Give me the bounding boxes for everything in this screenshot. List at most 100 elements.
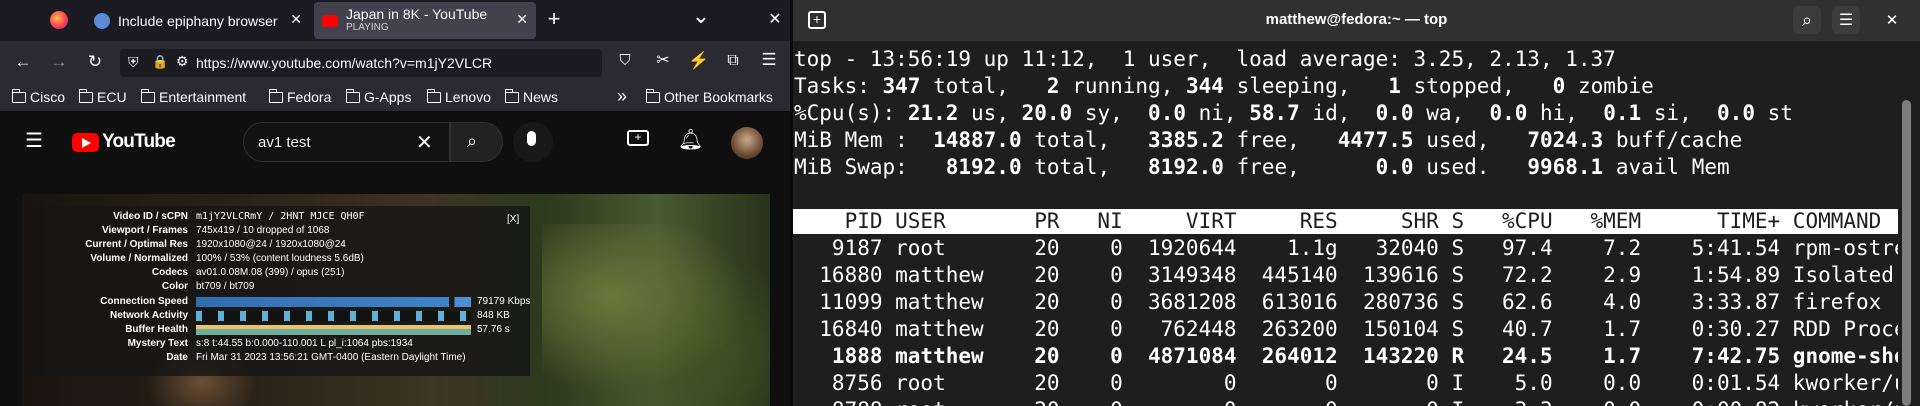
extension-badge-icon[interactable]: ⚡	[688, 51, 710, 71]
stats-row: Color bt709 / bt709	[33, 280, 530, 293]
create-video-icon[interactable]: +	[627, 130, 649, 146]
stats-label: Connection Speed	[100, 296, 188, 307]
stats-row: Connection Speed 79179 Kbps	[33, 295, 530, 308]
youtube-logo[interactable]: YouTube	[72, 131, 176, 153]
process-row: 8788 root 20 0 0 0 0 I 3.3 0.0 0:00.82 k…	[794, 397, 1920, 406]
extension-puzzle-icon[interactable]: ✂	[652, 51, 674, 71]
stats-label: Volume / Normalized	[90, 253, 188, 264]
stats-value: m1jY2VLCRmY / 2HNT MJCE QH0F	[196, 211, 365, 222]
firefox-view-button[interactable]	[50, 11, 68, 29]
bookmark-folder[interactable]: Fedora	[268, 88, 331, 105]
menu-icon: ☰	[1838, 12, 1854, 29]
stats-value: 1920x1080@24 / 1920x1080@24	[196, 239, 346, 250]
close-icon: ✕	[1885, 12, 1899, 29]
permissions-icon[interactable]: ⚙	[176, 53, 189, 70]
bookmark-folder[interactable]: G-Apps	[345, 88, 411, 105]
bookmark-folder[interactable]: News	[504, 88, 558, 105]
stats-row: Codecs av01.0.08M.08 (399) / opus (251)	[33, 266, 530, 279]
tab-title: Include epiphany browser	[118, 12, 278, 29]
process-row: 11099 matthew 20 0 3681208 613016 280736…	[794, 290, 1882, 314]
close-tab-icon[interactable]: ✕	[290, 11, 302, 28]
top-summary-swap: MiB Swap: 8192.0 total, 8192.0 free, 0.0…	[794, 155, 1730, 179]
stats-row: Volume / Normalized 100% / 53% (content …	[33, 252, 530, 265]
tab-bar: Include epiphany browser ✕ Japan in 8K -…	[0, 0, 790, 41]
buffer-health-graph	[196, 325, 471, 335]
bookmark-folder[interactable]: Lenovo	[426, 88, 491, 105]
clear-search-icon[interactable]: ✕	[416, 130, 433, 155]
close-window-button[interactable]: ✕	[764, 10, 786, 30]
folder-icon	[504, 88, 519, 103]
process-row: 9187 root 20 0 1920644 1.1g 32040 S 97.4…	[794, 236, 1920, 260]
stats-value: 57.76 s	[477, 324, 510, 335]
close-window-button[interactable]: ✕	[1878, 6, 1906, 34]
stats-row: Current / Optimal Res 1920x1080@24 / 192…	[33, 238, 530, 251]
stats-value: 79179 Kbps	[477, 296, 531, 307]
back-icon[interactable]: ←	[12, 52, 34, 72]
stats-for-nerds-panel: [X] Video ID / sCPN m1jY2VLCRmY / 2HNT M…	[33, 206, 530, 376]
stats-value: bt709 / bt709	[196, 281, 255, 292]
top-summary-uptime: top - 13:56:19 up 11:12, 1 user, load av…	[794, 47, 1616, 71]
stats-value: 745x419 / 10 dropped of 1068	[196, 225, 330, 236]
url-text[interactable]: https://www.youtube.com/watch?v=m1jY2VLC…	[196, 55, 596, 71]
scrollbar-thumb[interactable]	[1902, 100, 1911, 406]
stats-value: av01.0.08M.08 (399) / opus (251)	[196, 267, 345, 278]
tab-epiphany[interactable]: Include epiphany browser ✕	[86, 2, 310, 39]
stats-row: Mystery Text s:8 t:44.55 b:0.000-110.001…	[33, 337, 530, 350]
search-input[interactable]: av1 test	[258, 134, 311, 151]
process-row: 16880 matthew 20 0 3149348 445140 139616…	[794, 263, 1920, 287]
menu-button[interactable]: ☰	[1832, 6, 1860, 34]
top-summary-tasks: Tasks: 347 total, 2 running, 344 sleepin…	[794, 74, 1654, 98]
stats-row: Buffer Health 57.76 s	[33, 323, 530, 336]
hamburger-icon[interactable]: ☰	[25, 128, 43, 153]
tab-list-button[interactable]: ⌄	[690, 5, 712, 27]
bookmark-folder[interactable]: ECU	[78, 88, 127, 105]
process-row: 8756 root 20 0 0 0 0 I 5.0 0.0 0:01.54 k…	[794, 371, 1920, 395]
tab-title: Japan in 8K - YouTube	[346, 6, 488, 21]
voice-search-button[interactable]	[513, 122, 553, 162]
shield-icon[interactable]: ⛨	[128, 54, 139, 71]
stats-label: Color	[161, 281, 188, 292]
bookmarks-overflow-icon[interactable]: »	[617, 86, 627, 107]
lock-icon[interactable]: 🔒	[152, 54, 168, 70]
top-summary-cpu: %Cpu(s): 21.2 us, 20.0 sy, 0.0 ni, 58.7 …	[794, 101, 1793, 125]
stats-row: Viewport / Frames 745x419 / 10 dropped o…	[33, 224, 530, 237]
stats-label: Codecs	[151, 267, 188, 278]
folder-icon	[645, 88, 660, 103]
reload-icon[interactable]: ↻	[84, 52, 106, 72]
youtube-logo-text: YouTube	[102, 131, 176, 152]
network-activity-graph	[196, 311, 471, 321]
stats-row: Date Fri Mar 31 2023 13:56:21 GMT-0400 (…	[33, 351, 530, 364]
forward-icon[interactable]: →	[48, 52, 70, 72]
stats-label: Current / Optimal Res	[85, 239, 188, 250]
stats-row: Video ID / sCPN m1jY2VLCRmY / 2HNT MJCE …	[33, 210, 530, 223]
folder-icon	[140, 88, 155, 103]
youtube-play-icon	[72, 132, 99, 152]
search-icon: ⌕	[1801, 9, 1813, 30]
stats-label: Network Activity	[110, 310, 188, 321]
youtube-icon	[322, 14, 338, 27]
other-bookmarks[interactable]: Other Bookmarks	[645, 88, 773, 105]
microphone-icon	[527, 131, 536, 146]
process-table-header: PID USER PR NI VIRT RES SHR S %CPU %MEM …	[793, 209, 1898, 234]
search-button[interactable]: ⌕	[450, 122, 503, 162]
stats-value: s:8 t:44.55 b:0.000-110.001 L pl_i:1064 …	[196, 338, 413, 349]
search-box[interactable]: av1 test ✕	[243, 122, 450, 162]
stats-value: 848 KB	[477, 310, 510, 321]
folder-icon	[345, 88, 360, 103]
pocket-icon[interactable]: ⛉	[614, 51, 636, 71]
terminal-header-bar: + matthew@fedora:~ — top ⌕ ☰ ✕	[793, 0, 1920, 41]
menu-icon[interactable]: ☰	[758, 50, 780, 70]
url-bar[interactable]: ⛨ 🔒 ⚙ https://www.youtube.com/watch?v=m1…	[120, 49, 602, 77]
avatar[interactable]	[731, 127, 763, 159]
bookmarks-bar: Cisco ECU Entertainment Fedora G-Apps Le…	[0, 83, 790, 112]
process-row: 16840 matthew 20 0 762448 263200 150104 …	[794, 317, 1920, 341]
extensions-icon[interactable]: ⧉	[722, 51, 744, 71]
search-button[interactable]: ⌕	[1793, 6, 1821, 34]
new-tab-button[interactable]: +	[543, 8, 565, 30]
tab-youtube[interactable]: Japan in 8K - YouTube PLAYING ✕	[314, 2, 536, 39]
bookmark-folder[interactable]: Cisco	[11, 88, 65, 105]
stats-row: Network Activity 848 KB	[33, 309, 530, 322]
close-tab-icon[interactable]: ✕	[516, 11, 528, 28]
bookmark-folder[interactable]: Entertainment	[140, 88, 246, 105]
notifications-bell-icon[interactable]: 🔔︎	[678, 127, 703, 152]
